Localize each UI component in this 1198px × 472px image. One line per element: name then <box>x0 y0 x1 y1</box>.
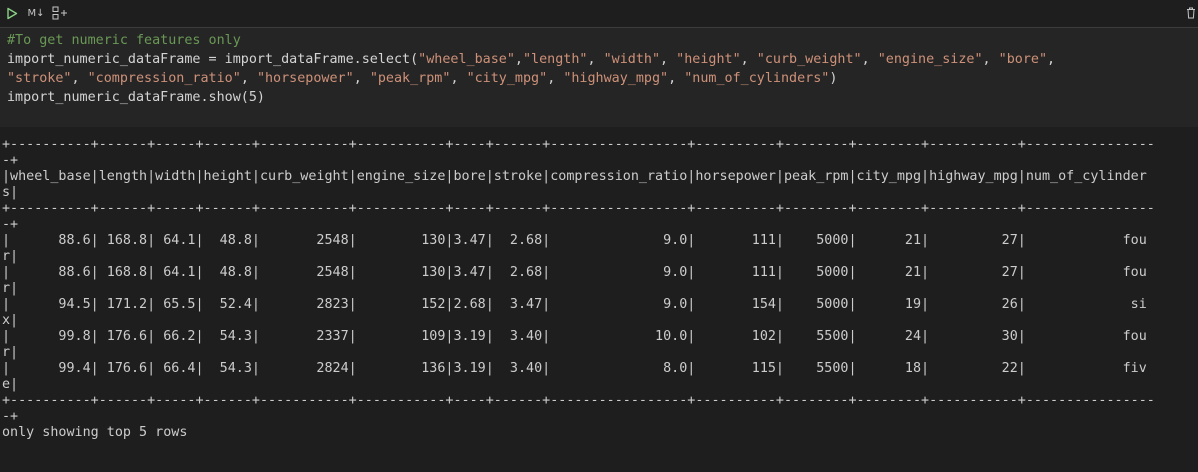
trash-icon <box>1187 7 1195 19</box>
output-line: | 88.6| 168.8| 64.1| 48.8| 2548| 130|3.4… <box>2 265 1147 280</box>
output-line: | 99.4| 176.6| 66.4| 54.3| 2824| 136|3.1… <box>2 361 1147 376</box>
output-line: e| <box>2 377 19 392</box>
string-literal: "city_mpg" <box>466 71 548 86</box>
output-line: -+ <box>2 409 19 424</box>
string-literal: "height" <box>676 52 741 67</box>
string-literal: "width" <box>603 52 661 67</box>
output-line: r| <box>2 281 19 296</box>
string-literal: "bore" <box>998 52 1048 67</box>
code-line-4: import_numeric_dataFrame.show(5) <box>7 90 265 105</box>
delete-cell-button[interactable] <box>1184 4 1198 22</box>
output-text: +----------+------+-----+------+--------… <box>2 137 1155 441</box>
output-line: -+ <box>2 217 19 232</box>
run-cell-button[interactable] <box>4 4 20 22</box>
cell-output: +----------+------+-----+------+--------… <box>0 127 1198 472</box>
output-line: | 99.8| 176.6| 66.2| 54.3| 2337| 109|3.1… <box>2 329 1147 344</box>
output-line: s| <box>2 185 19 200</box>
code-line-3: "stroke", "compression_ratio", "horsepow… <box>7 71 838 86</box>
output-line: +----------+------+-----+------+--------… <box>2 393 1155 408</box>
cell-toolbar: M↓ <box>0 0 1198 26</box>
string-literal: "peak_rpm" <box>369 71 451 86</box>
output-line: r| <box>2 249 19 264</box>
string-literal: "curb_weight" <box>756 52 862 67</box>
play-icon <box>7 7 18 19</box>
string-literal: "horsepower" <box>256 71 354 86</box>
markdown-label: M↓ <box>27 7 45 19</box>
code-editor-text[interactable]: #To get numeric features only import_num… <box>7 31 1055 107</box>
split-cell-icon <box>52 6 67 20</box>
string-literal: "highway_mpg" <box>563 71 669 86</box>
output-line: only showing top 5 rows <box>2 425 188 440</box>
markdown-button[interactable]: M↓ <box>27 4 45 22</box>
code-cell-editor[interactable]: #To get numeric features only import_num… <box>0 27 1198 127</box>
output-line: | 94.5| 171.2| 65.5| 52.4| 2823| 152|2.6… <box>2 297 1147 312</box>
string-literal: "stroke" <box>7 71 72 86</box>
string-literal: "engine_size" <box>877 52 983 67</box>
output-line: | 88.6| 168.8| 64.1| 48.8| 2548| 130|3.4… <box>2 233 1147 248</box>
output-line: r| <box>2 345 19 360</box>
output-line: |wheel_base|length|width|height|curb_wei… <box>2 169 1147 184</box>
split-cell-button[interactable] <box>51 4 69 22</box>
code-line-2: import_numeric_dataFrame = import_dataFr… <box>7 52 1056 67</box>
output-line: -+ <box>2 153 19 168</box>
string-literal: "compression_ratio" <box>87 71 241 86</box>
output-line: x| <box>2 313 19 328</box>
output-line: +----------+------+-----+------+--------… <box>2 201 1155 216</box>
output-line: +----------+------+-----+------+--------… <box>2 137 1155 152</box>
string-literal: "wheel_base" <box>418 52 515 67</box>
string-literal: "num_of_cylinders" <box>684 71 830 86</box>
string-literal: "length" <box>522 52 588 67</box>
code-line-1: #To get numeric features only <box>7 33 241 48</box>
